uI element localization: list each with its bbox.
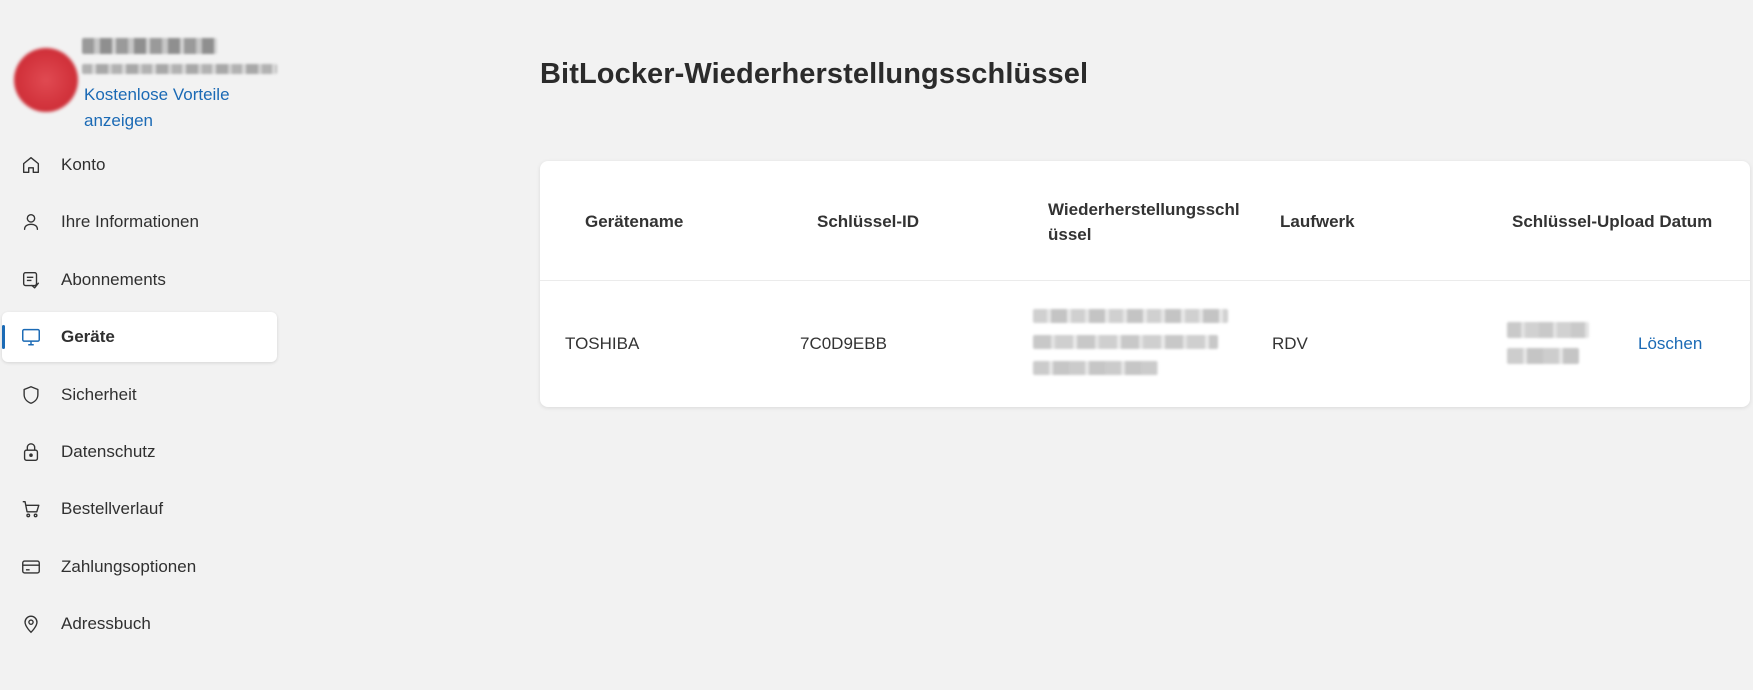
sidebar-nav: Konto Ihre Informationen Abonnements Ger… [0,140,280,657]
column-header-key-id: Schlüssel-ID [817,212,920,231]
recovery-key-redacted [1033,309,1228,323]
monitor-icon [20,326,42,348]
free-benefits-link[interactable]: Kostenlose Vorteile anzeigen [84,82,274,134]
column-header-recovery-key: Wiederherstellungsschlüssel [1048,200,1240,244]
recovery-keys-table: Gerätename Schlüssel-ID Wiederherstellun… [540,161,1750,407]
cart-icon [20,498,42,520]
sidebar-item-label: Sicherheit [61,384,137,404]
sidebar-item-label: Adressbuch [61,614,151,634]
person-icon [20,211,42,233]
active-indicator [2,325,5,350]
card-icon [20,556,42,578]
profile-email-redacted [82,64,277,74]
sidebar-item-zahlungsoptionen[interactable]: Zahlungsoptionen [0,542,280,592]
sidebar-item-konto[interactable]: Konto [0,140,280,190]
cell-key-id: 7C0D9EBB [800,334,887,353]
sidebar-item-label: Geräte [61,327,115,347]
lock-icon [20,441,42,463]
sidebar-item-label: Zahlungsoptionen [61,556,197,576]
sidebar-item-label: Ihre Informationen [61,212,199,232]
sidebar-item-ihre-informationen[interactable]: Ihre Informationen [0,197,280,247]
recovery-key-redacted [1033,361,1158,375]
cell-device-name: TOSHIBA [565,334,640,353]
sidebar-item-datenschutz[interactable]: Datenschutz [0,427,280,477]
column-header-upload-date: Schlüssel-Upload Datum [1512,212,1713,231]
profile-name-redacted [82,38,217,54]
sidebar-item-label: Konto [61,155,106,174]
page-title: BitLocker-Wiederherstellungsschlüssel [540,58,1089,90]
shield-icon [20,384,42,406]
sidebar-item-label: Abonnements [61,269,166,289]
column-header-drive: Laufwerk [1280,212,1355,231]
sidebar-item-bestellverlauf[interactable]: Bestellverlauf [0,484,280,534]
home-icon [20,154,42,176]
table-header: Gerätename Schlüssel-ID Wiederherstellun… [540,161,1750,281]
profile-section: Kostenlose Vorteile anzeigen [12,34,282,134]
sidebar-item-geraete[interactable]: Geräte [2,312,277,363]
subscription-icon [20,269,42,291]
delete-link[interactable]: Löschen [1638,334,1702,354]
location-pin-icon [20,613,42,635]
column-header-device-name: Gerätename [585,212,684,231]
upload-date-redacted [1507,348,1579,364]
recovery-key-redacted [1033,335,1218,349]
sidebar-item-label: Bestellverlauf [61,499,164,519]
upload-date-redacted [1507,322,1589,338]
cell-drive: RDV [1272,334,1308,353]
sidebar-item-abonnements[interactable]: Abonnements [0,255,280,305]
sidebar-item-adressbuch[interactable]: Adressbuch [0,599,280,649]
avatar[interactable] [14,48,78,112]
sidebar-item-label: Datenschutz [61,441,156,461]
sidebar-item-sicherheit[interactable]: Sicherheit [0,370,280,420]
